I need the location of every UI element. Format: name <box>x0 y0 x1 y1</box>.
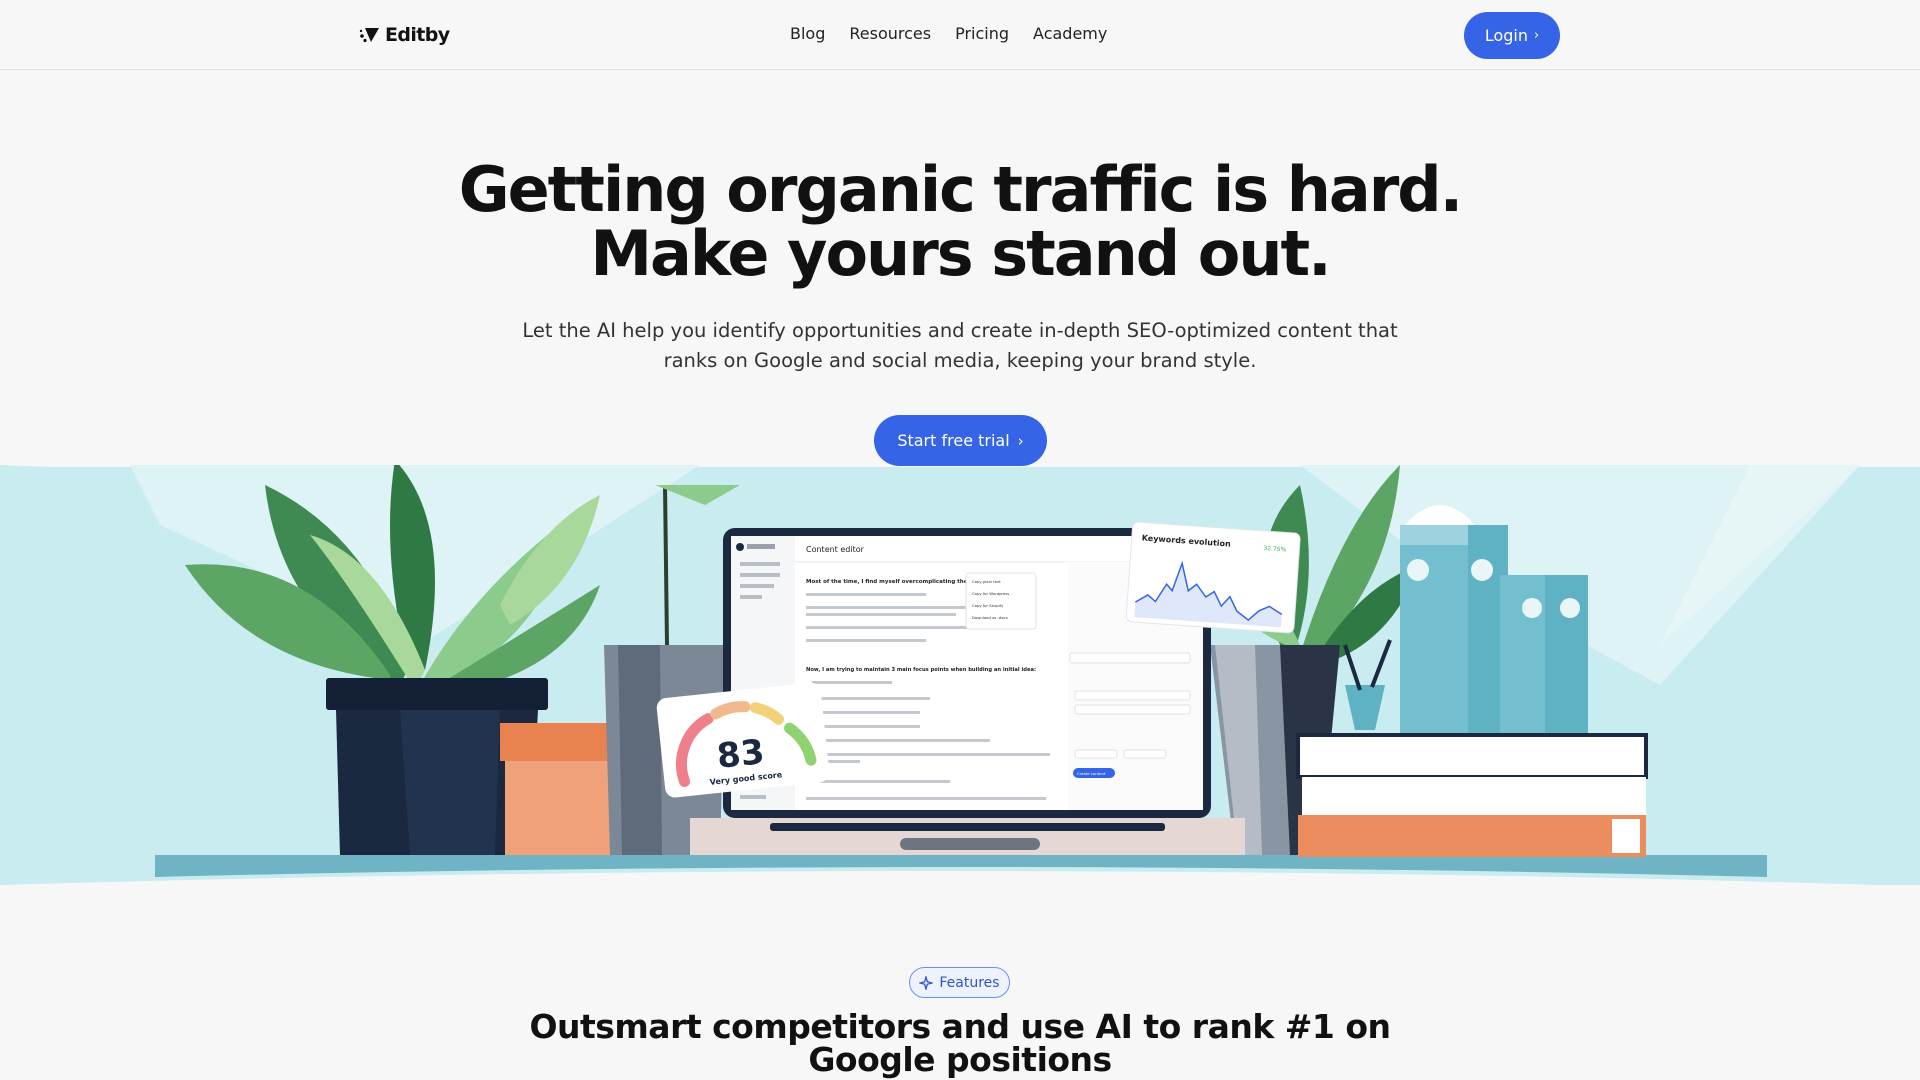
app-doc-heading-2: Now, I am trying to maintain 3 main focu… <box>806 667 1036 673</box>
menu-item-docx: Download as .docx <box>972 615 1009 620</box>
dark-pot-rim <box>326 678 548 710</box>
features-title-line-2: Google positions <box>808 1040 1112 1079</box>
laptop-trackpad <box>900 838 1040 850</box>
features-label: Features <box>939 974 1000 991</box>
app-doc-heading: Most of the time, I find myself overcomp… <box>806 579 987 585</box>
hero-title: Getting organic traffic is hard. Make yo… <box>0 158 1920 286</box>
sparkle-icon <box>919 975 934 990</box>
app-editor-title: Content editor <box>806 545 865 554</box>
score-card: 83 Very good score <box>656 682 830 798</box>
chevron-right-icon: › <box>1017 431 1024 450</box>
nav-link-pricing[interactable]: Pricing <box>955 24 1009 43</box>
score-value: 83 <box>715 732 766 777</box>
menu-item-wordpress: Copy for Wordpress <box>972 591 1009 596</box>
logo-icon <box>359 28 379 43</box>
nav-link-blog[interactable]: Blog <box>790 24 825 43</box>
create-content-label: Create content <box>1077 771 1106 776</box>
login-label: Login <box>1484 26 1528 45</box>
menu-item-shopify: Copy for Shopify <box>972 603 1004 608</box>
nav-link-resources[interactable]: Resources <box>849 24 931 43</box>
menu-item-plain: Copy plain text <box>972 579 1001 584</box>
brand-name: Editby <box>385 24 450 46</box>
features-badge: Features <box>909 967 1010 998</box>
hero-subtitle-line-2: ranks on Google and social media, keepin… <box>663 349 1257 372</box>
hero-title-line-1: Getting organic traffic is hard. <box>458 153 1464 226</box>
brand-logo[interactable]: Editby <box>359 24 450 46</box>
book-orange <box>1298 815 1646 857</box>
book-middle <box>1302 777 1646 815</box>
start-free-trial-button[interactable]: Start free trial › <box>874 415 1047 466</box>
features-title: Outsmart competitors and use AI to rank … <box>0 1010 1920 1076</box>
nav-link-academy[interactable]: Academy <box>1033 24 1107 43</box>
book-white <box>1296 733 1648 779</box>
cta-label: Start free trial <box>897 431 1010 450</box>
hero-subtitle-line-1: Let the AI help you identify opportuniti… <box>522 319 1398 342</box>
hero-subtitle: Let the AI help you identify opportuniti… <box>460 316 1460 376</box>
chevron-right-icon: › <box>1533 28 1540 43</box>
keywords-card: Keywords evolution 32.75% <box>1125 521 1301 634</box>
nav-links: Blog Resources Pricing Academy <box>790 24 1107 43</box>
hero-illustration: Content editor Most of the time, I find … <box>0 465 1920 885</box>
hero-title-line-2: Make yours stand out. <box>590 217 1331 290</box>
login-button[interactable]: Login › <box>1464 12 1560 59</box>
top-nav: Editby Blog Resources Pricing Academy Lo… <box>0 0 1920 70</box>
